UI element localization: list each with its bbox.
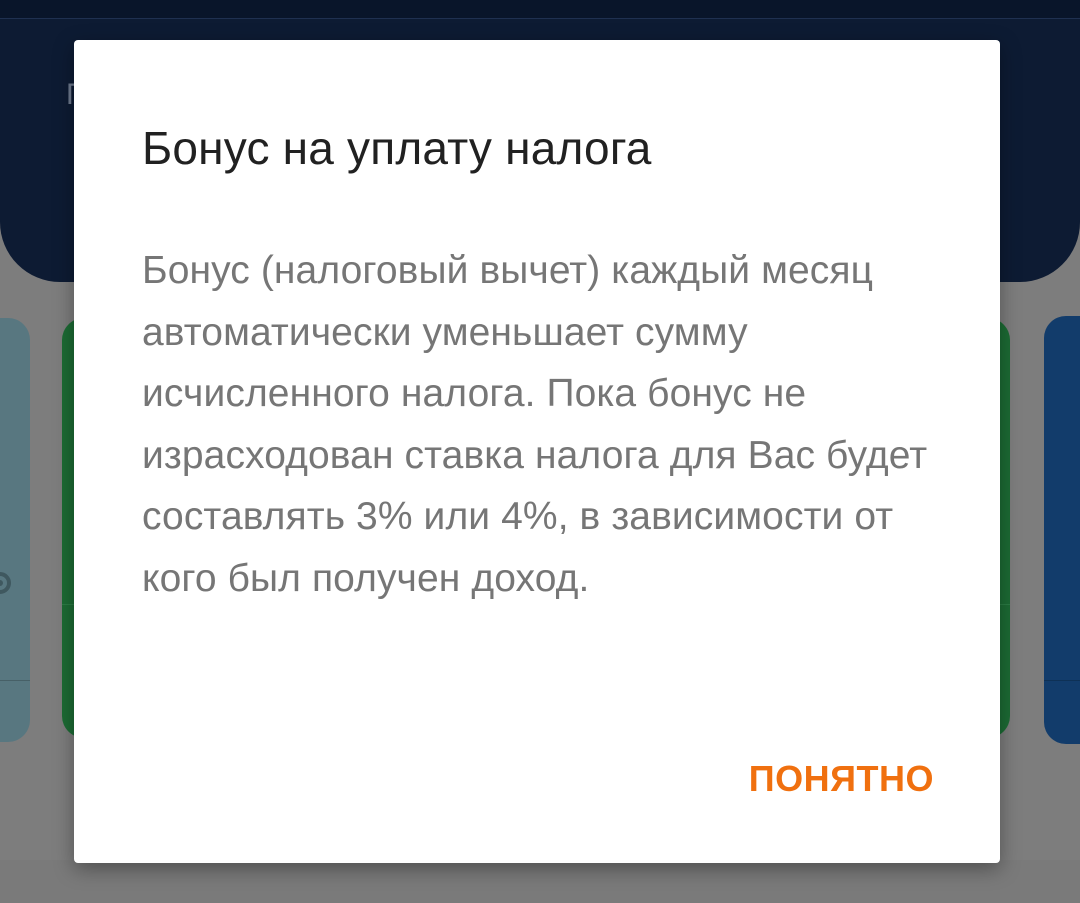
background-bottom — [0, 860, 1080, 903]
card-divider — [0, 680, 30, 681]
background-card-blue — [1044, 316, 1080, 744]
status-bar — [0, 0, 1080, 19]
ok-button[interactable]: ПОНЯТНО — [745, 752, 938, 806]
background-card-left — [0, 318, 30, 742]
dialog-title: Бонус на уплату налога — [142, 122, 652, 174]
screen: Г Бонус на уплату налога Бонус (налоговы… — [0, 0, 1080, 903]
card-divider — [1044, 680, 1080, 681]
gear-icon — [0, 566, 16, 608]
dialog-message: Бонус (налоговый вычет) каждый месяц авт… — [142, 249, 928, 600]
info-dialog: Бонус на уплату налога Бонус (налоговый … — [74, 40, 1000, 863]
